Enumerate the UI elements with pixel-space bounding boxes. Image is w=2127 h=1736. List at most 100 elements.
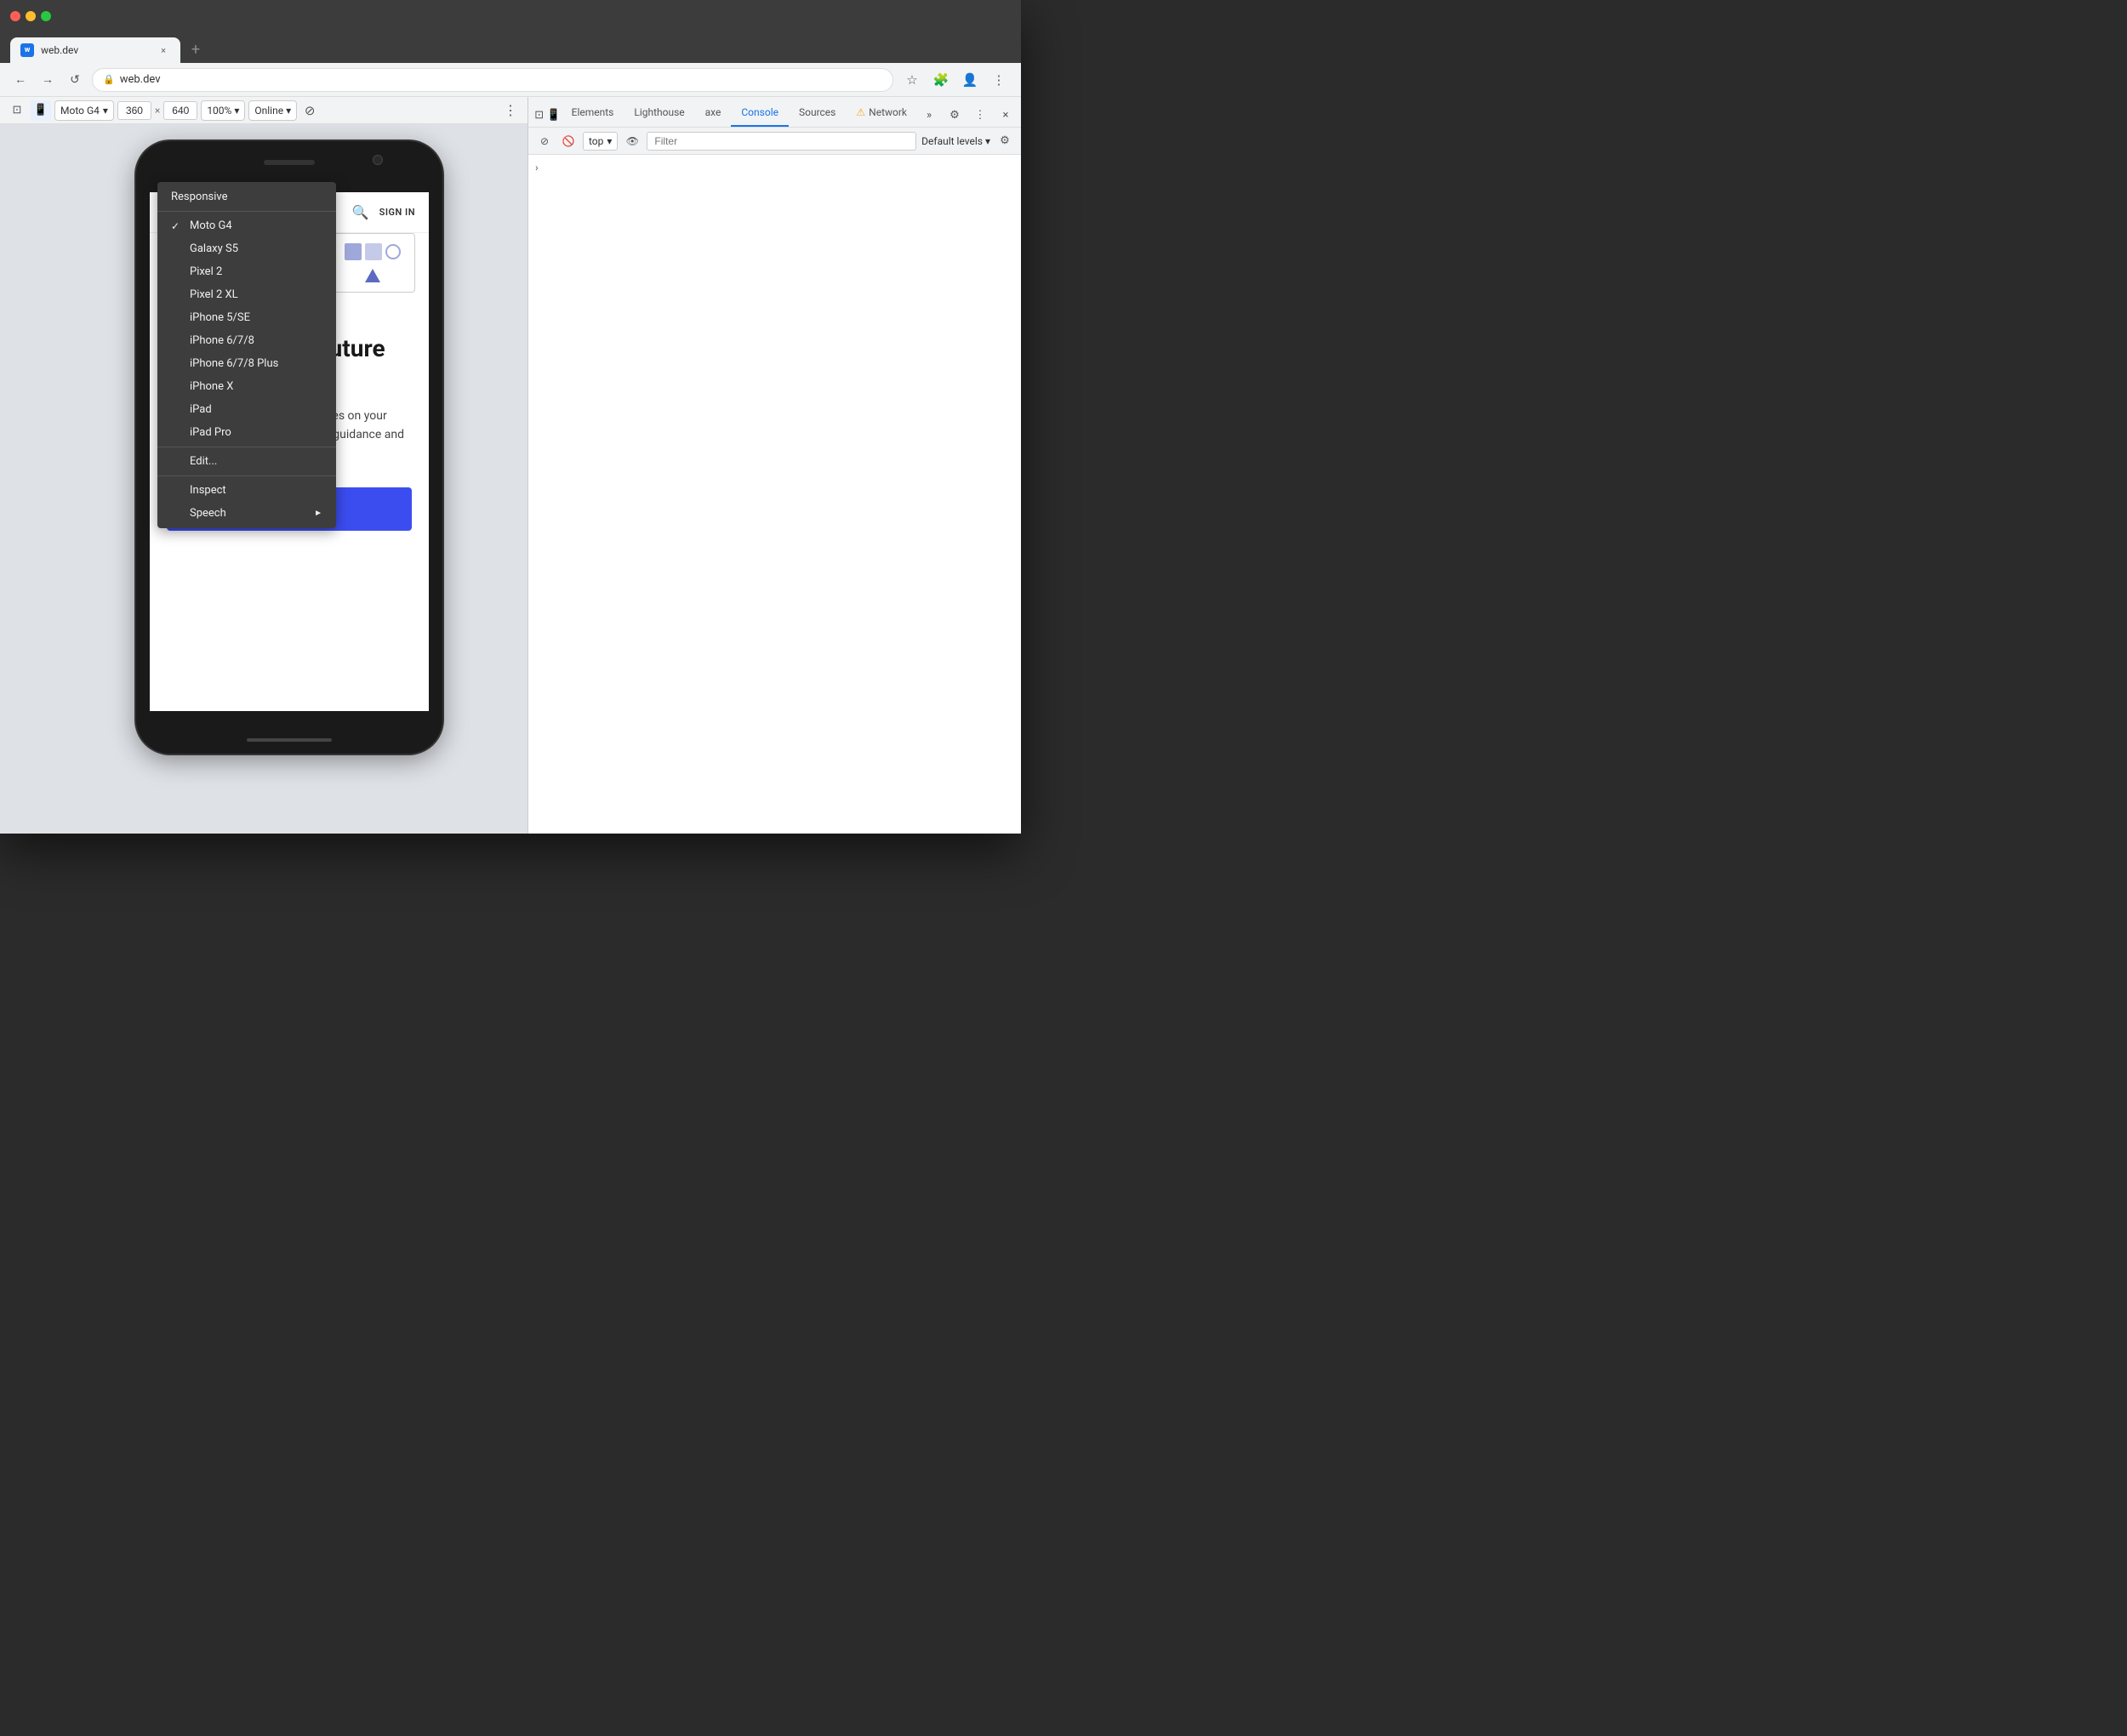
menu-item-speech[interactable]: Speech ► — [157, 502, 336, 525]
check-icon: ✓ — [171, 220, 185, 232]
menu-item-pixel-2-xl-label: Pixel 2 XL — [190, 288, 238, 301]
inspect-icon-button[interactable]: ⊡ — [532, 103, 546, 127]
more-tabs-button[interactable]: » — [917, 103, 941, 127]
menu-separator-inspect — [157, 475, 336, 476]
close-traffic-light[interactable] — [10, 11, 20, 21]
traffic-lights — [10, 11, 51, 21]
menu-item-ipad-label: iPad — [190, 403, 212, 416]
device-mode-icon-button[interactable]: 📱 — [546, 103, 561, 127]
phone-speaker — [264, 160, 315, 165]
minimize-traffic-light[interactable] — [26, 11, 36, 21]
menu-item-galaxy-s5-label: Galaxy S5 — [190, 242, 238, 255]
tab-bar: w web.dev × + — [0, 32, 1021, 63]
menu-item-inspect[interactable]: Inspect — [157, 479, 336, 502]
profile-button[interactable]: 👤 — [958, 68, 982, 92]
tab-network[interactable]: ⚠ Network — [846, 100, 917, 127]
menu-item-speech-label: Speech — [190, 507, 226, 520]
tab-console[interactable]: Console — [731, 100, 789, 127]
menu-item-pixel-2[interactable]: Pixel 2 — [157, 260, 336, 283]
menu-item-iphone-678[interactable]: iPhone 6/7/8 — [157, 329, 336, 352]
online-label: Online — [254, 105, 283, 117]
devtools-close-button[interactable]: × — [994, 103, 1018, 127]
width-input[interactable] — [117, 101, 151, 120]
phone-camera — [373, 155, 383, 165]
menu-item-ipad[interactable]: iPad — [157, 398, 336, 421]
zoom-label: 100% — [207, 105, 231, 117]
tab-sources[interactable]: Sources — [789, 100, 846, 127]
menu-item-moto-g4[interactable]: ✓ Moto G4 — [157, 214, 336, 237]
menu-item-iphone-x-label: iPhone X — [190, 380, 233, 393]
tabs-more-area: » ⚙ ⋮ × — [917, 103, 1018, 127]
context-label: top — [589, 135, 603, 147]
title-bar — [0, 0, 1021, 32]
url-bar[interactable]: 🔒 web.dev — [92, 68, 893, 92]
tab-axe[interactable]: axe — [695, 100, 732, 127]
online-arrow-icon: ▾ — [286, 105, 291, 117]
context-arrow: ▾ — [607, 135, 612, 147]
url-text: web.dev — [120, 73, 161, 86]
height-input[interactable] — [163, 101, 197, 120]
browser-tab[interactable]: w web.dev × — [10, 37, 180, 63]
console-area: › — [528, 155, 1021, 834]
menu-item-pixel-2-label: Pixel 2 — [190, 265, 222, 278]
eye-icon-button[interactable]: 👁 — [623, 132, 642, 151]
back-button[interactable]: ← — [10, 70, 31, 90]
menu-item-edit-label: Edit... — [190, 455, 217, 468]
levels-arrow: ▾ — [985, 135, 990, 147]
default-levels-selector[interactable]: Default levels ▾ — [921, 135, 990, 147]
illustration-box — [330, 233, 415, 293]
illus-circle — [385, 244, 401, 259]
bookmark-button[interactable]: ☆ — [900, 68, 924, 92]
devtools-tabs: ⊡ 📱 Elements Lighthouse axe Console Sour… — [528, 97, 1021, 128]
device-dropdown-menu: Responsive ✓ Moto G4 Galaxy S5 Pixel 2 — [157, 182, 336, 528]
filter-input[interactable] — [647, 132, 916, 151]
window-chrome: w web.dev × + ← → ↺ 🔒 web.dev ☆ 🧩 👤 ⋮ ⊡ — [0, 0, 1021, 834]
refresh-button[interactable]: ↺ — [65, 70, 85, 90]
menu-item-galaxy-s5[interactable]: Galaxy S5 — [157, 237, 336, 260]
signin-button[interactable]: SIGN IN — [379, 207, 415, 218]
context-selector[interactable]: top ▾ — [583, 132, 618, 151]
inspect-element-button[interactable]: ⊡ — [7, 100, 27, 121]
device-selector[interactable]: Moto G4 ▾ — [54, 100, 114, 121]
network-warning-icon: ⚠ — [856, 106, 865, 118]
menu-item-ipad-pro[interactable]: iPad Pro — [157, 421, 336, 444]
stop-recording-button[interactable]: ⊘ — [535, 132, 554, 151]
fullscreen-traffic-light[interactable] — [41, 11, 51, 21]
illus-square-2 — [365, 243, 382, 260]
tab-lighthouse[interactable]: Lighthouse — [624, 100, 694, 127]
phone-container: Responsive ✓ Moto G4 Galaxy S5 Pixel 2 — [0, 124, 527, 754]
illus-square — [345, 243, 362, 260]
extension-button[interactable]: 🧩 — [929, 68, 953, 92]
menu-item-edit[interactable]: Edit... — [157, 450, 336, 473]
address-actions: ☆ 🧩 👤 ⋮ — [900, 68, 1011, 92]
search-icon[interactable]: 🔍 — [352, 204, 369, 220]
device-label: Moto G4 — [60, 105, 100, 117]
menu-item-pixel-2-xl[interactable]: Pixel 2 XL — [157, 283, 336, 306]
zoom-arrow-icon: ▾ — [234, 105, 239, 117]
devtools-more-button[interactable]: ⋮ — [968, 103, 992, 127]
menu-item-responsive[interactable]: Responsive — [157, 185, 336, 208]
tab-close-button[interactable]: × — [157, 43, 170, 57]
no-throttle-icon[interactable]: ⊘ — [300, 101, 319, 120]
new-tab-button[interactable]: + — [184, 37, 208, 61]
tab-elements[interactable]: Elements — [562, 100, 624, 127]
more-options-button[interactable]: ⋮ — [987, 68, 1011, 92]
illus-triangle — [365, 269, 380, 282]
device-toggle-button[interactable]: 📱 — [31, 100, 51, 121]
forward-button[interactable]: → — [37, 70, 58, 90]
menu-item-iphone-5se[interactable]: iPhone 5/SE — [157, 306, 336, 329]
devtools-settings-button[interactable]: ⚙ — [943, 103, 967, 127]
toolbar-more-button[interactable]: ⋮ — [500, 100, 521, 121]
console-settings-button[interactable]: ⚙ — [995, 132, 1014, 151]
menu-item-responsive-label: Responsive — [171, 191, 228, 203]
menu-item-iphone-678plus-label: iPhone 6/7/8 Plus — [190, 357, 278, 370]
clear-console-button[interactable]: 🚫 — [559, 132, 578, 151]
menu-item-iphone-678plus[interactable]: iPhone 6/7/8 Plus — [157, 352, 336, 375]
menu-item-inspect-label: Inspect — [190, 484, 226, 497]
menu-item-iphone-x[interactable]: iPhone X — [157, 375, 336, 398]
main-content: ⊡ 📱 Moto G4 ▾ × 100% ▾ Online ▾ ⊘ ⋮ — [0, 97, 1021, 834]
zoom-selector[interactable]: 100% ▾ — [201, 100, 245, 121]
network-throttle-selector[interactable]: Online ▾ — [248, 100, 297, 121]
menu-separator-top — [157, 211, 336, 212]
browser-viewport: ⊡ 📱 Moto G4 ▾ × 100% ▾ Online ▾ ⊘ ⋮ — [0, 97, 527, 834]
